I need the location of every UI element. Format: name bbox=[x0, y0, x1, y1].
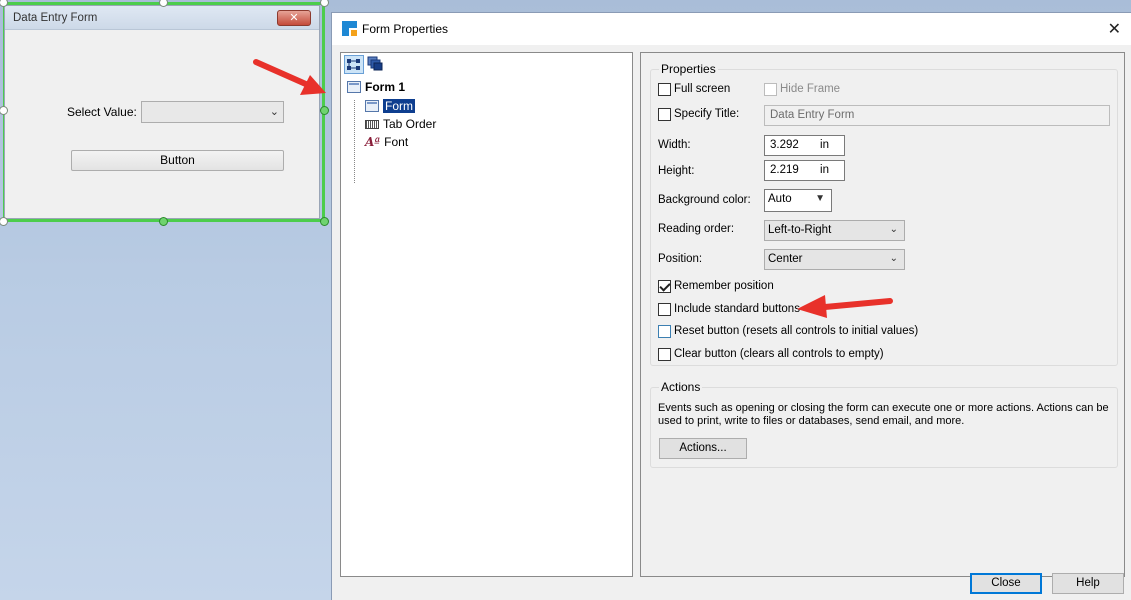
chevron-down-icon: ⌄ bbox=[889, 224, 898, 235]
tree-toolbar bbox=[341, 53, 632, 75]
designed-form-button[interactable]: Button bbox=[71, 150, 284, 171]
actions-description-line-1: Events such as opening or closing the fo… bbox=[658, 402, 1109, 414]
chevron-down-icon: ⌄ bbox=[269, 106, 279, 118]
tree-item-form[interactable]: Form bbox=[365, 98, 416, 114]
properties-group-title: Properties bbox=[659, 62, 718, 76]
actions-button[interactable]: Actions... bbox=[659, 438, 747, 459]
height-label: Height: bbox=[658, 165, 695, 177]
reading-order-label: Reading order: bbox=[658, 223, 735, 235]
hide-frame-label: Hide Frame bbox=[780, 83, 841, 95]
select-value-dropdown[interactable]: ⌄ bbox=[141, 101, 284, 123]
tree-item-tab-order[interactable]: Tab Order bbox=[365, 117, 436, 131]
resize-handle-middle-right[interactable] bbox=[320, 106, 329, 115]
specify-title-label: Specify Title: bbox=[674, 108, 740, 120]
position-label: Position: bbox=[658, 253, 703, 265]
tree-item-font[interactable]: Aª Font bbox=[365, 135, 408, 149]
full-screen-label: Full screen bbox=[674, 83, 731, 95]
title-input[interactable]: Data Entry Form bbox=[764, 105, 1110, 126]
remember-position-checkbox[interactable] bbox=[658, 280, 671, 293]
include-standard-buttons-checkbox[interactable] bbox=[658, 303, 671, 316]
select-value-label: Select Value: bbox=[67, 105, 137, 119]
reset-button-label: Reset button (resets all controls to ini… bbox=[674, 325, 919, 337]
width-input[interactable]: 3.292 in bbox=[764, 135, 845, 156]
designed-form-window[interactable]: Data Entry Form ✕ Select Value: ⌄ Button bbox=[4, 5, 320, 219]
form-properties-dialog: Form Properties ✕ Form 1 Form Tab Order … bbox=[331, 12, 1131, 600]
tree-connector-lines bbox=[354, 100, 364, 183]
form-icon bbox=[347, 81, 361, 93]
height-unit: in bbox=[820, 164, 829, 176]
dialog-title: Form Properties bbox=[362, 22, 449, 36]
resize-handle-bottom-right[interactable] bbox=[320, 217, 329, 226]
background-color-dropdown[interactable]: Auto ▼ bbox=[764, 189, 832, 212]
designed-form-titlebar: Data Entry Form ✕ bbox=[5, 6, 319, 30]
background-color-label: Background color: bbox=[658, 194, 751, 206]
resize-handle-bottom-left[interactable] bbox=[0, 217, 8, 226]
height-input[interactable]: 2.219 in bbox=[764, 160, 845, 181]
tree-item-form-1[interactable]: Form 1 bbox=[347, 80, 405, 94]
resize-handle-top-right[interactable] bbox=[320, 0, 329, 7]
annotation-arrow-icon bbox=[797, 295, 893, 318]
position-value: Center bbox=[768, 253, 803, 265]
tree-view-icon[interactable] bbox=[344, 55, 364, 74]
resize-handle-bottom-center[interactable] bbox=[159, 217, 168, 226]
annotation-arrow-icon bbox=[253, 59, 326, 95]
height-value: 2.219 bbox=[770, 164, 799, 176]
include-standard-buttons-label: Include standard buttons bbox=[674, 303, 800, 315]
width-label: Width: bbox=[658, 139, 691, 151]
designed-form-title: Data Entry Form bbox=[13, 12, 98, 24]
specify-title-checkbox[interactable] bbox=[658, 108, 671, 121]
position-dropdown[interactable]: Center ⌄ bbox=[764, 249, 905, 270]
clear-button-label: Clear button (clears all controls to emp… bbox=[674, 348, 884, 360]
settings-tree-panel: Form 1 Form Tab Order Aª Font bbox=[340, 52, 633, 577]
dialog-close-icon[interactable]: ✕ bbox=[1108, 19, 1121, 39]
app-logo-icon bbox=[342, 21, 357, 36]
form-icon bbox=[365, 100, 379, 112]
clear-button-checkbox[interactable] bbox=[658, 348, 671, 361]
width-unit: in bbox=[820, 139, 829, 151]
font-icon: Aª bbox=[365, 135, 381, 149]
layers-icon[interactable] bbox=[366, 55, 386, 74]
remember-position-label: Remember position bbox=[674, 280, 774, 292]
tab-order-icon bbox=[365, 120, 379, 129]
reading-order-dropdown[interactable]: Left-to-Right ⌄ bbox=[764, 220, 905, 241]
width-value: 3.292 bbox=[770, 139, 799, 151]
actions-group-title: Actions bbox=[659, 380, 703, 394]
full-screen-checkbox[interactable] bbox=[658, 83, 671, 96]
dialog-titlebar: Form Properties ✕ bbox=[332, 13, 1131, 45]
reading-order-value: Left-to-Right bbox=[768, 224, 832, 236]
close-button[interactable]: Close bbox=[970, 573, 1042, 594]
background-color-value: Auto bbox=[768, 193, 792, 205]
reset-button-checkbox[interactable] bbox=[658, 325, 671, 338]
actions-description-line-2: used to print, write to files or databas… bbox=[658, 415, 965, 427]
hide-frame-checkbox[interactable] bbox=[764, 83, 777, 96]
help-button[interactable]: Help bbox=[1052, 573, 1124, 594]
dropdown-arrow-icon: ▼ bbox=[815, 193, 825, 204]
chevron-down-icon: ⌄ bbox=[889, 253, 898, 264]
designed-form-close-icon: ✕ bbox=[277, 10, 311, 26]
